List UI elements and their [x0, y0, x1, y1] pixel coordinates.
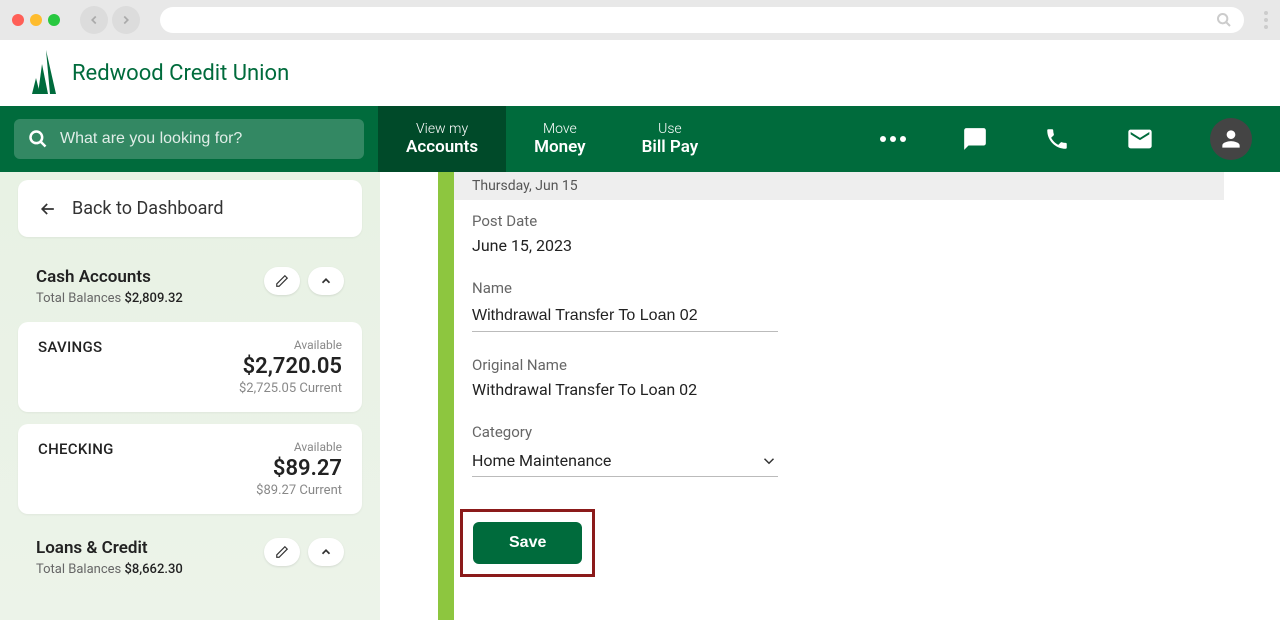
save-highlight: Save: [460, 509, 595, 577]
logo-text: Redwood Credit Union: [72, 61, 289, 86]
edit-button[interactable]: [264, 538, 300, 566]
pencil-icon: [275, 545, 289, 559]
tab-bottom: Bill Pay: [642, 137, 699, 157]
category-label: Category: [472, 423, 1280, 441]
section-header-cash: Cash Accounts Total Balances $2,809.32: [18, 267, 362, 306]
search-icon: [28, 129, 48, 149]
account-card-savings[interactable]: SAVINGS Available $2,720.05 $2,725.05 Cu…: [18, 322, 362, 412]
tab-top: Move: [543, 121, 577, 137]
tab-top: View my: [416, 121, 468, 137]
tab-bill-pay[interactable]: Use Bill Pay: [614, 106, 727, 172]
available-amount: $2,720.05: [239, 354, 342, 379]
account-name: SAVINGS: [38, 338, 102, 396]
category-select[interactable]: Home Maintenance: [472, 447, 778, 477]
sidebar: Back to Dashboard Cash Accounts Total Ba…: [0, 172, 380, 620]
collapse-button[interactable]: [308, 267, 344, 295]
back-to-dashboard-button[interactable]: Back to Dashboard: [18, 180, 362, 237]
original-name-label: Original Name: [472, 356, 1280, 374]
tab-bottom: Accounts: [406, 137, 478, 157]
traffic-lights: [12, 14, 60, 26]
nav-tabs: View my Accounts Move Money Use Bill Pay: [378, 106, 726, 172]
current-amount: $89.27 Current: [256, 483, 342, 498]
maximize-window-icon[interactable]: [48, 14, 60, 26]
browser-nav-arrows: [80, 6, 140, 34]
collapse-button[interactable]: [308, 538, 344, 566]
tab-bottom: Money: [534, 137, 585, 157]
phone-icon[interactable]: [1044, 126, 1070, 152]
edit-button[interactable]: [264, 267, 300, 295]
original-name-value: Withdrawal Transfer To Loan 02: [472, 380, 1280, 399]
name-input[interactable]: [472, 303, 778, 332]
avatar-icon: [1210, 118, 1252, 160]
search-input[interactable]: [60, 130, 350, 148]
chevron-down-icon: [760, 452, 778, 470]
logo-mark-icon: [30, 50, 62, 96]
section-title: Cash Accounts: [36, 267, 183, 287]
content: Thursday, Jun 15 Post Date June 15, 2023…: [380, 172, 1280, 620]
post-date-label: Post Date: [472, 212, 1280, 230]
tab-top: Use: [658, 121, 682, 137]
search-box[interactable]: [14, 119, 364, 159]
main: Back to Dashboard Cash Accounts Total Ba…: [0, 172, 1280, 620]
url-bar[interactable]: [160, 7, 1244, 33]
section-header-loans: Loans & Credit Total Balances $8,662.30: [18, 538, 362, 577]
save-button[interactable]: Save: [473, 522, 582, 564]
chevron-up-icon: [319, 545, 333, 559]
name-label: Name: [472, 279, 1280, 297]
field-post-date: Post Date June 15, 2023: [472, 212, 1280, 255]
category-value: Home Maintenance: [472, 451, 611, 470]
post-date-value: June 15, 2023: [472, 236, 1280, 255]
arrow-left-icon: [38, 199, 58, 219]
pencil-icon: [275, 274, 289, 288]
available-label: Available: [256, 440, 342, 454]
section-sub: Total Balances $2,809.32: [36, 291, 183, 306]
accent-bar: [438, 172, 454, 620]
profile-button[interactable]: [1210, 118, 1252, 160]
browser-back-button[interactable]: [80, 6, 108, 34]
available-label: Available: [239, 338, 342, 352]
browser-menu-icon[interactable]: [1264, 11, 1268, 29]
account-name: CHECKING: [38, 440, 114, 498]
tab-accounts[interactable]: View my Accounts: [378, 106, 506, 172]
nav-icons: [880, 106, 1280, 172]
logo-bar: Redwood Credit Union: [0, 40, 1280, 106]
back-label: Back to Dashboard: [72, 198, 224, 219]
minimize-window-icon[interactable]: [30, 14, 42, 26]
account-card-checking[interactable]: CHECKING Available $89.27 $89.27 Current: [18, 424, 362, 514]
field-name: Name: [472, 279, 1280, 332]
search-icon: [1216, 12, 1232, 28]
chat-icon[interactable]: [962, 126, 988, 152]
tab-move-money[interactable]: Move Money: [506, 106, 613, 172]
section-title: Loans & Credit: [36, 538, 183, 558]
logo[interactable]: Redwood Credit Union: [30, 50, 289, 96]
browser-chrome: [0, 0, 1280, 40]
chevron-up-icon: [319, 274, 333, 288]
nav-bar: View my Accounts Move Money Use Bill Pay: [0, 106, 1280, 172]
browser-forward-button[interactable]: [112, 6, 140, 34]
mail-icon[interactable]: [1126, 125, 1154, 153]
field-original-name: Original Name Withdrawal Transfer To Loa…: [472, 356, 1280, 399]
date-header: Thursday, Jun 15: [454, 172, 1224, 200]
current-amount: $2,725.05 Current: [239, 381, 342, 396]
close-window-icon[interactable]: [12, 14, 24, 26]
available-amount: $89.27: [256, 456, 342, 481]
section-sub: Total Balances $8,662.30: [36, 562, 183, 577]
field-category: Category Home Maintenance: [472, 423, 1280, 477]
more-icon[interactable]: [880, 136, 906, 142]
